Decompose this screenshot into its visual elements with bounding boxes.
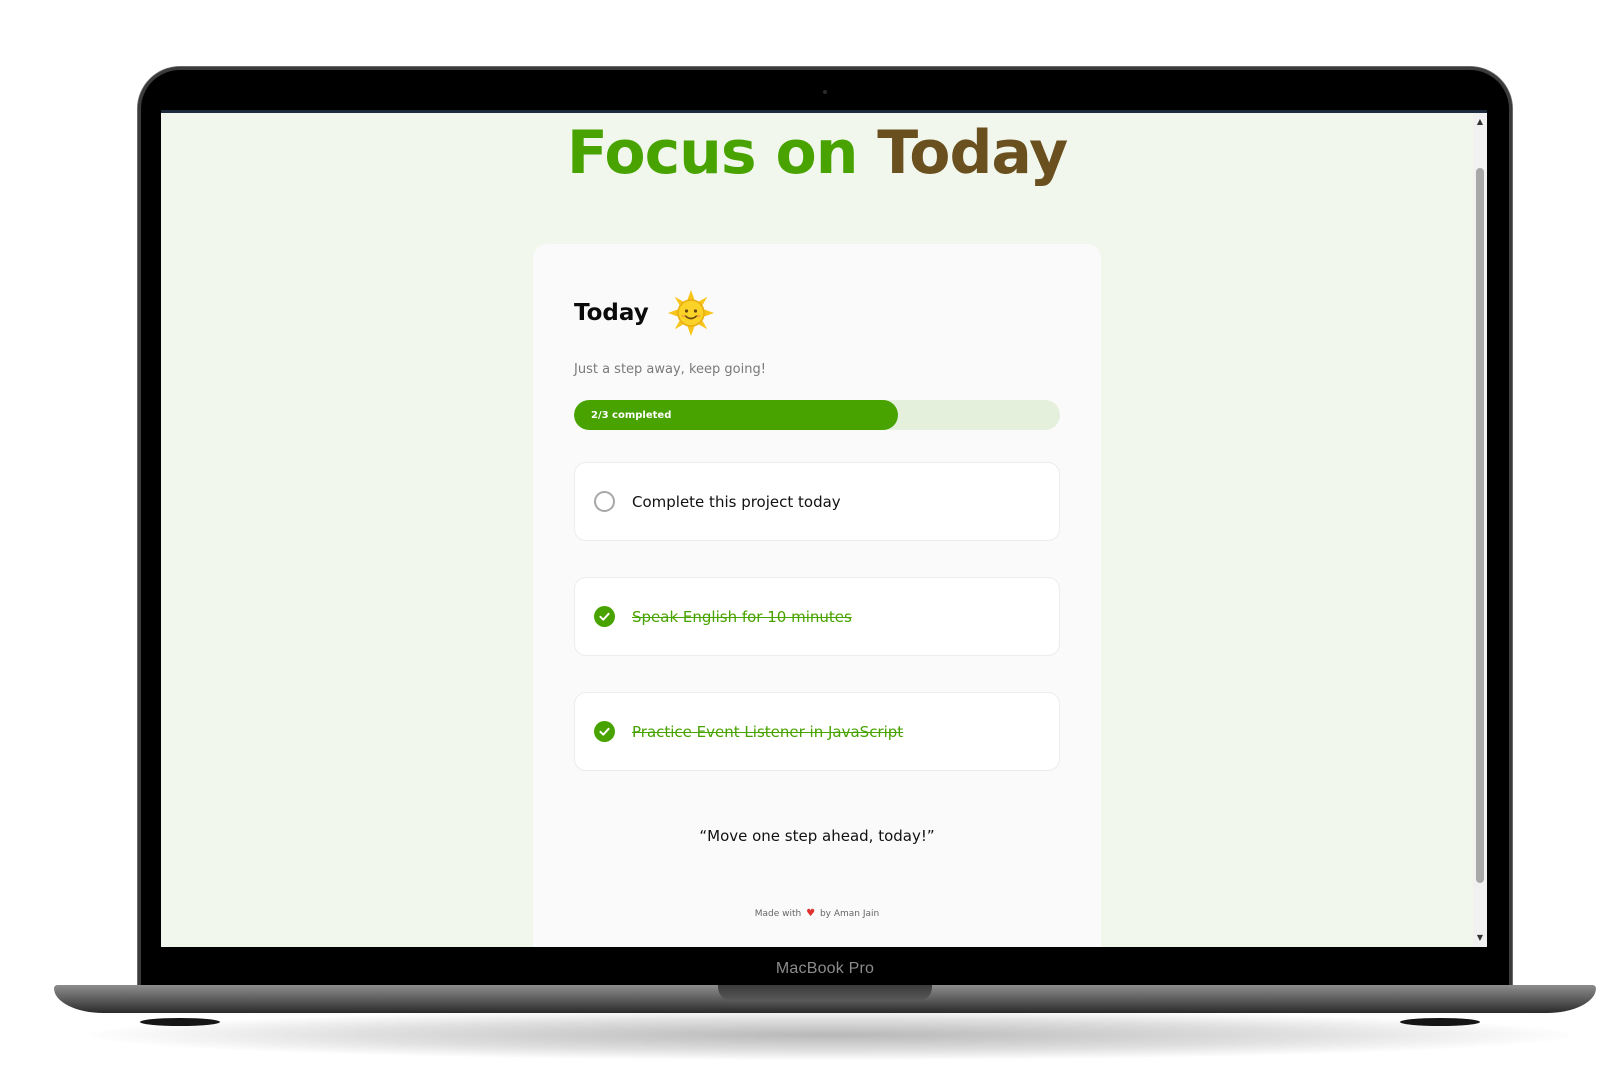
- vertical-scrollbar[interactable]: ▲ ▼: [1473, 113, 1487, 947]
- page-title: Focus on Today: [161, 118, 1473, 188]
- footer-made-with: Made with: [754, 909, 802, 919]
- checkmark-icon: [599, 612, 610, 621]
- footer-credit: Made with ♥ by Aman Jain: [533, 908, 1101, 919]
- card-title: Today: [574, 300, 649, 326]
- task-checkbox-checked[interactable]: [594, 721, 615, 742]
- task-checkbox-unchecked[interactable]: [594, 491, 615, 512]
- browser-viewport: Focus on Today Today Just a step away, k…: [161, 110, 1487, 947]
- laptop-base-notch: [718, 985, 932, 1001]
- card-header: Today: [574, 289, 715, 337]
- task-checkbox-checked[interactable]: [594, 606, 615, 627]
- camera-dot: [823, 90, 827, 94]
- progress-label: 2/3 completed: [591, 409, 672, 421]
- task-item[interactable]: Complete this project today: [574, 462, 1060, 541]
- checkmark-icon: [599, 727, 610, 736]
- card-subtitle: Just a step away, keep going!: [574, 362, 766, 377]
- scrollbar-thumb[interactable]: [1476, 168, 1484, 883]
- footer-author: by Aman Jain: [819, 909, 880, 919]
- laptop-foot-right: [1400, 1018, 1480, 1026]
- device-label: MacBook Pro: [775, 960, 875, 977]
- heart-icon: ♥: [806, 908, 816, 919]
- motivational-quote: “Move one step ahead, today!”: [699, 827, 935, 845]
- task-card: Today Just a step away, keep going! 2/3 …: [533, 244, 1101, 947]
- task-label[interactable]: Speak English for 10 minutes: [632, 608, 852, 626]
- task-item[interactable]: Speak English for 10 minutes: [574, 577, 1060, 656]
- scroll-up-arrow-icon[interactable]: ▲: [1473, 115, 1487, 129]
- progress-bar: 2/3 completed: [574, 400, 1060, 430]
- laptop-shadow: [90, 1010, 1570, 1060]
- scroll-down-arrow-icon[interactable]: ▼: [1473, 931, 1487, 945]
- task-label[interactable]: Practice Event Listener in JavaScript: [632, 723, 903, 741]
- task-item[interactable]: Practice Event Listener in JavaScript: [574, 692, 1060, 771]
- task-label[interactable]: Complete this project today: [632, 493, 841, 511]
- progress-bar-fill: 2/3 completed: [574, 400, 898, 430]
- smiling-sun-icon: [667, 290, 714, 336]
- page-title-today: Today: [877, 118, 1068, 188]
- laptop-foot-left: [140, 1018, 220, 1026]
- page-title-focus: Focus on: [566, 118, 859, 188]
